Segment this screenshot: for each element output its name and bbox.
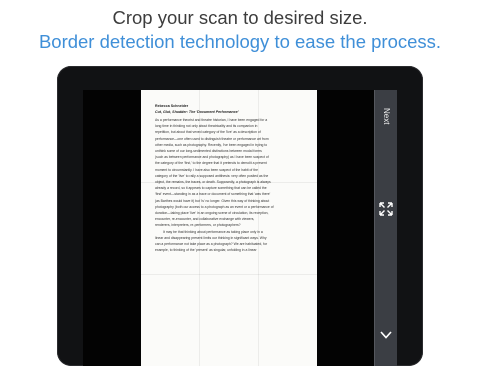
next-button[interactable]: Next xyxy=(376,104,396,128)
document-title: Cut, Glut, Shudder: The 'Document Perfor… xyxy=(155,110,239,114)
document-text: Rebecca Schneider Cut, Glut, Shudder: Th… xyxy=(155,103,311,253)
tablet-screen: Rebecca Schneider Cut, Glut, Shudder: Th… xyxy=(83,90,397,366)
crop-shade-right xyxy=(317,90,374,366)
headline-crop: Crop your scan to desired size. xyxy=(112,7,368,28)
tablet-frame: Rebecca Schneider Cut, Glut, Shudder: Th… xyxy=(57,66,423,366)
crop-shade-left xyxy=(83,90,141,366)
crop-grid-line xyxy=(141,274,317,275)
crop-toolbar: Next xyxy=(374,90,397,366)
document-line: example, to thinking of the 'present' as… xyxy=(155,248,257,253)
headline-border-detection: Border detection technology to ease the … xyxy=(38,31,442,52)
scanned-page[interactable]: Rebecca Schneider Cut, Glut, Shudder: Th… xyxy=(141,90,317,366)
chevron-down-icon[interactable] xyxy=(380,330,392,340)
expand-arrows-icon[interactable] xyxy=(379,202,393,216)
